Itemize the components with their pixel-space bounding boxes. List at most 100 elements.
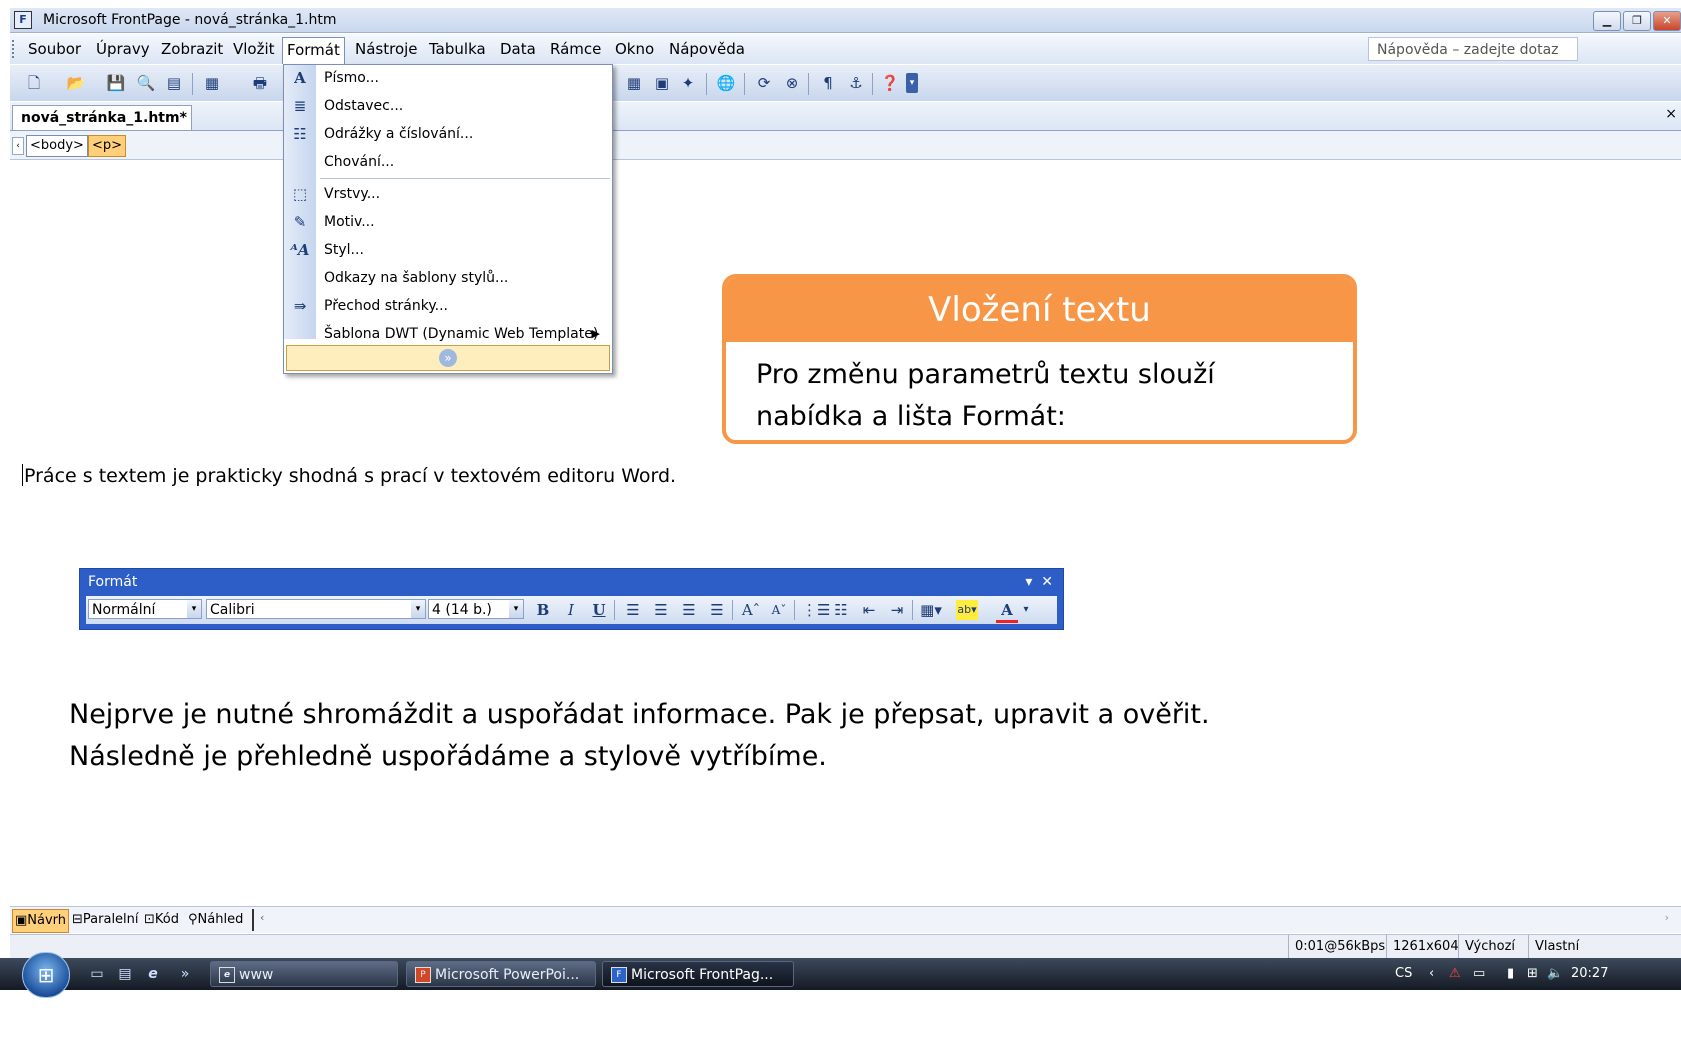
refresh-icon[interactable]: ⟳ bbox=[754, 73, 774, 93]
numbering-icon[interactable]: ⋮☰ bbox=[802, 600, 830, 620]
highlight-icon[interactable]: ab▾ bbox=[956, 600, 978, 620]
menu-soubor[interactable]: Soubor bbox=[24, 39, 85, 59]
save-icon[interactable]: 💾 bbox=[106, 73, 126, 93]
italic-icon[interactable]: I bbox=[560, 600, 582, 620]
font-size-select[interactable]: 4 (14 b.) ▾ bbox=[428, 599, 524, 619]
language-indicator[interactable]: CS bbox=[1395, 958, 1412, 990]
view-tab-paralelni[interactable]: ⊟Paralelní bbox=[70, 909, 141, 931]
internet-explorer-icon[interactable]: e bbox=[144, 965, 162, 983]
editor-paragraph[interactable]: Nejprve je nutné shromáždit a uspořádat … bbox=[69, 694, 1210, 778]
view-tab-kod[interactable]: ⊡Kód bbox=[142, 909, 181, 931]
dropdown-arrow-icon[interactable]: ▾ bbox=[509, 600, 523, 618]
menu-expand[interactable]: » bbox=[286, 345, 610, 371]
taskbar-item-www[interactable]: e www bbox=[210, 961, 398, 987]
menu-upravy[interactable]: Úpravy bbox=[92, 39, 154, 59]
stop-icon[interactable]: ⊗ bbox=[782, 73, 802, 93]
underline-icon[interactable]: U bbox=[588, 600, 610, 620]
close-icon[interactable]: ✕ bbox=[1653, 11, 1681, 31]
hyperlink-icon[interactable]: 🌐 bbox=[716, 73, 736, 93]
status-custom[interactable]: Vlastní bbox=[1528, 935, 1585, 959]
menu-okno[interactable]: Okno bbox=[611, 39, 658, 59]
clock[interactable]: 20:27 bbox=[1571, 958, 1608, 990]
increase-font-icon[interactable]: Aˆ bbox=[740, 600, 762, 620]
editor-canvas[interactable] bbox=[10, 160, 1681, 905]
bullets-icon[interactable]: ☷ bbox=[830, 600, 852, 620]
menu-vlozit[interactable]: Vložit bbox=[229, 39, 279, 59]
toolbar-options-icon[interactable]: ▾ bbox=[1025, 574, 1032, 590]
tag-body[interactable]: <body> bbox=[26, 135, 88, 157]
web-component-icon[interactable]: ✦ bbox=[678, 73, 698, 93]
new-page-icon[interactable]: 🗋 bbox=[24, 73, 44, 93]
anchor-icon[interactable]: ⚓ bbox=[846, 73, 866, 93]
editor-text-line[interactable]: Práce s textem je prakticky shodná s pra… bbox=[22, 464, 676, 488]
tray-device-icon[interactable]: ▮ bbox=[1507, 958, 1514, 990]
taskbar-item-powerpoint[interactable]: P Microsoft PowerPoi... bbox=[406, 961, 596, 987]
publish-icon[interactable]: ▤ bbox=[164, 73, 184, 93]
taskbar-item-frontpage[interactable]: F Microsoft FrontPag... bbox=[602, 961, 794, 987]
tag-p[interactable]: <p> bbox=[88, 135, 127, 157]
security-alert-icon[interactable]: ⚠ bbox=[1449, 958, 1461, 990]
open-folder-icon[interactable]: 📂 bbox=[66, 73, 86, 93]
menu-item-odkazy-sablony[interactable]: Odkazy na šablony stylů... bbox=[284, 265, 612, 291]
quicklaunch-more-icon[interactable]: » bbox=[176, 965, 194, 983]
menu-item-motiv[interactable]: ✎ Motiv... bbox=[284, 209, 612, 235]
menu-item-odstavec[interactable]: ≣ Odstavec... bbox=[284, 93, 612, 119]
scroll-left-icon[interactable]: ‹ bbox=[12, 137, 24, 155]
show-all-pilcrow-icon[interactable]: ¶ bbox=[818, 73, 838, 93]
menu-data[interactable]: Data bbox=[496, 39, 540, 59]
menu-item-sablona-dwt[interactable]: Šablona DWT (Dynamic Web Template) ▶ bbox=[284, 321, 612, 347]
show-desktop-icon[interactable]: ▭ bbox=[88, 965, 106, 983]
menu-item-odrazky[interactable]: ☷ Odrážky a číslování... bbox=[284, 121, 612, 147]
help-icon[interactable]: ❓ bbox=[880, 73, 900, 93]
menu-item-prechod-stranky[interactable]: ⇛ Přechod stránky... bbox=[284, 293, 612, 319]
menu-item-pismo[interactable]: A Písmo... bbox=[284, 65, 612, 91]
dropdown-arrow-icon[interactable]: ▾ bbox=[187, 600, 201, 618]
toolbar-options-icon[interactable]: ▾ bbox=[906, 73, 918, 93]
increase-indent-icon[interactable]: ⇥ bbox=[886, 600, 908, 620]
close-tab-icon[interactable]: × bbox=[1665, 106, 1677, 122]
align-right-icon[interactable]: ☰ bbox=[678, 600, 700, 620]
tray-expand-icon[interactable]: ‹ bbox=[1429, 958, 1434, 990]
insert-table-icon[interactable]: ▦ bbox=[624, 73, 644, 93]
bold-icon[interactable]: B bbox=[532, 600, 554, 620]
view-tab-nahled[interactable]: ⚲Náhled bbox=[186, 909, 245, 931]
tab-document[interactable]: nová_stránka_1.htm* bbox=[12, 105, 192, 130]
menu-zobrazit[interactable]: Zobrazit bbox=[157, 39, 227, 59]
help-search-input[interactable]: Nápověda – zadejte dotaz bbox=[1368, 37, 1578, 61]
menu-ramce[interactable]: Rámce bbox=[546, 39, 605, 59]
font-color-icon[interactable]: A bbox=[996, 600, 1018, 623]
decrease-indent-icon[interactable]: ⇤ bbox=[858, 600, 880, 620]
dropdown-arrow-icon[interactable]: ▾ bbox=[411, 600, 425, 618]
folder-list-icon[interactable]: ▦ bbox=[202, 73, 222, 93]
menu-item-styl[interactable]: ᴬA Styl... bbox=[284, 237, 612, 263]
minimize-icon[interactable]: ▁ bbox=[1593, 11, 1621, 31]
close-icon[interactable]: ✕ bbox=[1041, 574, 1053, 590]
restore-icon[interactable]: ❐ bbox=[1623, 11, 1651, 31]
search-icon[interactable]: 🔍 bbox=[136, 73, 156, 93]
insert-picture-icon[interactable]: ▣ bbox=[652, 73, 672, 93]
align-left-icon[interactable]: ☰ bbox=[622, 600, 644, 620]
switch-windows-icon[interactable]: ▤ bbox=[116, 965, 134, 983]
toolbar-grip[interactable] bbox=[12, 40, 17, 58]
justify-icon[interactable]: ☰ bbox=[706, 600, 728, 620]
menu-nastroje[interactable]: Nástroje bbox=[351, 39, 422, 59]
style-select[interactable]: Normální ▾ bbox=[88, 599, 202, 619]
volume-icon[interactable]: 🔈 bbox=[1547, 958, 1563, 990]
menu-napoveda[interactable]: Nápověda bbox=[665, 39, 749, 59]
borders-icon[interactable]: ▦▾ bbox=[920, 600, 942, 620]
network-icon[interactable]: ⊞ bbox=[1527, 958, 1538, 990]
menu-tabulka[interactable]: Tabulka bbox=[425, 39, 490, 59]
menu-item-chovani[interactable]: Chování... bbox=[284, 149, 612, 175]
align-center-icon[interactable]: ☰ bbox=[650, 600, 672, 620]
menu-format[interactable]: Formát bbox=[282, 37, 345, 64]
dropdown-arrow-icon[interactable]: ▾ bbox=[1020, 600, 1032, 620]
tray-monitor-icon[interactable]: ▭ bbox=[1473, 958, 1485, 990]
start-button-icon[interactable]: ⊞ bbox=[22, 952, 70, 998]
scroll-right-icon[interactable]: › bbox=[1665, 911, 1669, 924]
print-icon[interactable]: 🖶 bbox=[250, 73, 270, 93]
view-tab-navrh[interactable]: ▣Návrh bbox=[12, 909, 70, 933]
status-default[interactable]: Výchozí bbox=[1458, 935, 1521, 959]
menu-item-vrstvy[interactable]: ⬚ Vrstvy... bbox=[284, 181, 612, 207]
decrease-font-icon[interactable]: Aˇ bbox=[768, 600, 790, 620]
scroll-left-icon[interactable]: ‹ bbox=[260, 911, 264, 924]
